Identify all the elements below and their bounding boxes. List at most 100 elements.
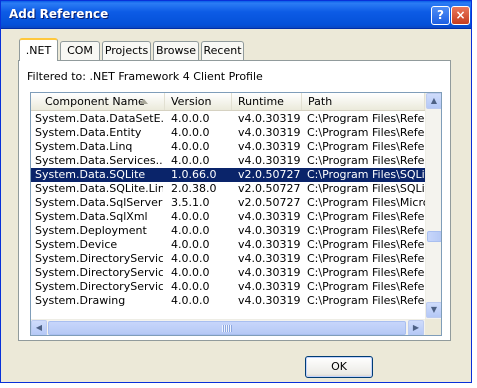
list-row[interactable]: System.DirectoryServic... 4.0.0.0 v4.0.3… bbox=[31, 280, 425, 294]
scroll-right-icon[interactable]: ▶ bbox=[408, 320, 424, 335]
column-header-version[interactable]: Version bbox=[165, 93, 232, 110]
version-cell: 4.0.0.0 bbox=[171, 266, 210, 279]
runtime-cell: v4.0.30319 bbox=[238, 140, 301, 153]
component-name-cell: System.Data.SQLite.Linq bbox=[35, 182, 163, 195]
runtime-cell: v4.0.30319 bbox=[238, 266, 301, 279]
component-name-cell: System.Drawing bbox=[35, 294, 126, 307]
runtime-cell: v4.0.30319 bbox=[238, 112, 301, 125]
scrollbar-corner bbox=[425, 319, 441, 335]
path-cell: C:\Program Files\Refer... bbox=[307, 126, 425, 139]
column-header-path[interactable]: Path bbox=[302, 93, 425, 110]
version-cell: 4.0.0.0 bbox=[171, 154, 210, 167]
component-name-cell: System.Data.SQLite bbox=[35, 168, 146, 181]
version-cell: 4.0.0.0 bbox=[171, 112, 210, 125]
component-name-cell: System.Device bbox=[35, 238, 118, 251]
grip-icon bbox=[222, 325, 232, 332]
version-cell: 4.0.0.0 bbox=[171, 294, 210, 307]
close-button[interactable]: × bbox=[451, 6, 470, 25]
horizontal-scrollbar[interactable]: ◀ ▶ bbox=[31, 319, 425, 335]
list-row[interactable]: System.Data.Linq 4.0.0.0 v4.0.30319 C:\P… bbox=[31, 140, 425, 154]
sort-ascending-icon bbox=[140, 99, 148, 104]
path-cell: C:\Program Files\Refer... bbox=[307, 140, 425, 153]
scroll-down-icon[interactable]: ▼ bbox=[426, 302, 441, 318]
window-title: Add Reference bbox=[9, 7, 109, 21]
runtime-cell: v2.0.50727 bbox=[238, 196, 301, 209]
component-name-cell: System.Data.DataSetE... bbox=[35, 112, 163, 125]
list-row[interactable]: System.Deployment 4.0.0.0 v4.0.30319 C:\… bbox=[31, 224, 425, 238]
column-header-runtime[interactable]: Runtime bbox=[232, 93, 302, 110]
list-rows: System.Data.DataSetE... 4.0.0.0 v4.0.303… bbox=[31, 112, 425, 308]
runtime-cell: v4.0.30319 bbox=[238, 280, 301, 293]
title-bar[interactable]: Add Reference ? × bbox=[1, 1, 471, 29]
path-cell: C:\Program Files\Refer... bbox=[307, 224, 425, 237]
list-row[interactable]: System.Data.DataSetE... 4.0.0.0 v4.0.303… bbox=[31, 112, 425, 126]
list-row[interactable]: System.Data.SqlServerCe 3.5.1.0 v2.0.507… bbox=[31, 196, 425, 210]
list-row[interactable]: System.Data.SQLite.Linq 2.0.38.0 v2.0.50… bbox=[31, 182, 425, 196]
path-cell: C:\Program Files\Refer... bbox=[307, 252, 425, 265]
filter-label: Filtered to: .NET Framework 4 Client Pro… bbox=[27, 70, 263, 83]
runtime-cell: v4.0.30319 bbox=[238, 252, 301, 265]
vertical-scrollbar[interactable]: ▲ ▼ bbox=[425, 93, 441, 319]
tab-projects[interactable]: Projects bbox=[102, 41, 151, 60]
path-cell: C:\Program Files\SQLit... bbox=[307, 168, 425, 181]
version-cell: 1.0.66.0 bbox=[171, 168, 217, 181]
component-name-cell: System.DirectoryServices bbox=[35, 252, 163, 265]
list-row[interactable]: System.Data.Services.... 4.0.0.0 v4.0.30… bbox=[31, 154, 425, 168]
vertical-scroll-thumb[interactable] bbox=[427, 231, 441, 242]
version-cell: 4.0.0.0 bbox=[171, 252, 210, 265]
path-cell: C:\Program Files\Refer... bbox=[307, 280, 425, 293]
path-cell: C:\Program Files\Refer... bbox=[307, 112, 425, 125]
path-cell: C:\Program Files\Refer... bbox=[307, 210, 425, 223]
list-row-selected[interactable]: System.Data.SQLite 1.0.66.0 v2.0.50727 C… bbox=[31, 168, 425, 182]
runtime-cell: v4.0.30319 bbox=[238, 224, 301, 237]
ok-button[interactable]: OK bbox=[305, 356, 373, 378]
list-row[interactable]: System.DirectoryServices 4.0.0.0 v4.0.30… bbox=[31, 252, 425, 266]
component-name-cell: System.Data.Linq bbox=[35, 140, 133, 153]
runtime-cell: v4.0.30319 bbox=[238, 126, 301, 139]
version-cell: 4.0.0.0 bbox=[171, 238, 210, 251]
scroll-up-icon[interactable]: ▲ bbox=[426, 93, 441, 109]
version-cell: 4.0.0.0 bbox=[171, 126, 210, 139]
component-name-cell: System.DirectoryServic... bbox=[35, 280, 163, 293]
runtime-cell: v4.0.30319 bbox=[238, 238, 301, 251]
tab-panel-net: Filtered to: .NET Framework 4 Client Pro… bbox=[18, 60, 451, 341]
list-row[interactable]: System.DirectoryServic... 4.0.0.0 v4.0.3… bbox=[31, 266, 425, 280]
version-cell: 4.0.0.0 bbox=[171, 224, 210, 237]
component-list[interactable]: Component Name Version Runtime Path Syst… bbox=[30, 92, 442, 336]
path-cell: C:\Program Files\Refer... bbox=[307, 294, 425, 307]
list-row[interactable]: System.Device 4.0.0.0 v4.0.30319 C:\Prog… bbox=[31, 238, 425, 252]
runtime-cell: v4.0.30319 bbox=[238, 294, 301, 307]
list-row[interactable]: System.Data.SqlXml 4.0.0.0 v4.0.30319 C:… bbox=[31, 210, 425, 224]
runtime-cell: v4.0.30319 bbox=[238, 154, 301, 167]
version-cell: 3.5.1.0 bbox=[171, 196, 210, 209]
component-name-cell: System.Deployment bbox=[35, 224, 147, 237]
tab-com[interactable]: COM bbox=[60, 41, 100, 60]
runtime-cell: v2.0.50727 bbox=[238, 182, 301, 195]
path-cell: C:\Program Files\Refer... bbox=[307, 238, 425, 251]
add-reference-dialog: Add Reference ? × .NET COM Projects Brow… bbox=[0, 0, 472, 383]
version-cell: 4.0.0.0 bbox=[171, 210, 210, 223]
path-cell: C:\Program Files\SQLit... bbox=[307, 182, 425, 195]
component-name-cell: System.Data.SqlXml bbox=[35, 210, 148, 223]
component-name-cell: System.DirectoryServic... bbox=[35, 266, 163, 279]
runtime-cell: v2.0.50727 bbox=[238, 168, 301, 181]
version-cell: 4.0.0.0 bbox=[171, 280, 210, 293]
component-name-cell: System.Data.SqlServerCe bbox=[35, 196, 163, 209]
component-name-cell: System.Data.Services.... bbox=[35, 154, 163, 167]
runtime-cell: v4.0.30319 bbox=[238, 210, 301, 223]
path-cell: C:\Program Files\Refer... bbox=[307, 266, 425, 279]
help-button[interactable]: ? bbox=[431, 6, 450, 25]
list-row[interactable]: System.Data.Entity 4.0.0.0 v4.0.30319 C:… bbox=[31, 126, 425, 140]
tab-net[interactable]: .NET bbox=[19, 38, 58, 61]
tab-recent[interactable]: Recent bbox=[201, 41, 244, 60]
scroll-left-icon[interactable]: ◀ bbox=[31, 320, 47, 335]
path-cell: C:\Program Files\Micros... bbox=[307, 196, 425, 209]
list-header: Component Name Version Runtime Path bbox=[31, 93, 425, 111]
version-cell: 4.0.0.0 bbox=[171, 140, 210, 153]
path-cell: C:\Program Files\Refer... bbox=[307, 154, 425, 167]
list-row[interactable]: System.Drawing 4.0.0.0 v4.0.30319 C:\Pro… bbox=[31, 294, 425, 308]
component-name-cell: System.Data.Entity bbox=[35, 126, 142, 139]
version-cell: 2.0.38.0 bbox=[171, 182, 217, 195]
tab-browse[interactable]: Browse bbox=[153, 41, 199, 60]
horizontal-scroll-thumb[interactable] bbox=[48, 321, 406, 335]
